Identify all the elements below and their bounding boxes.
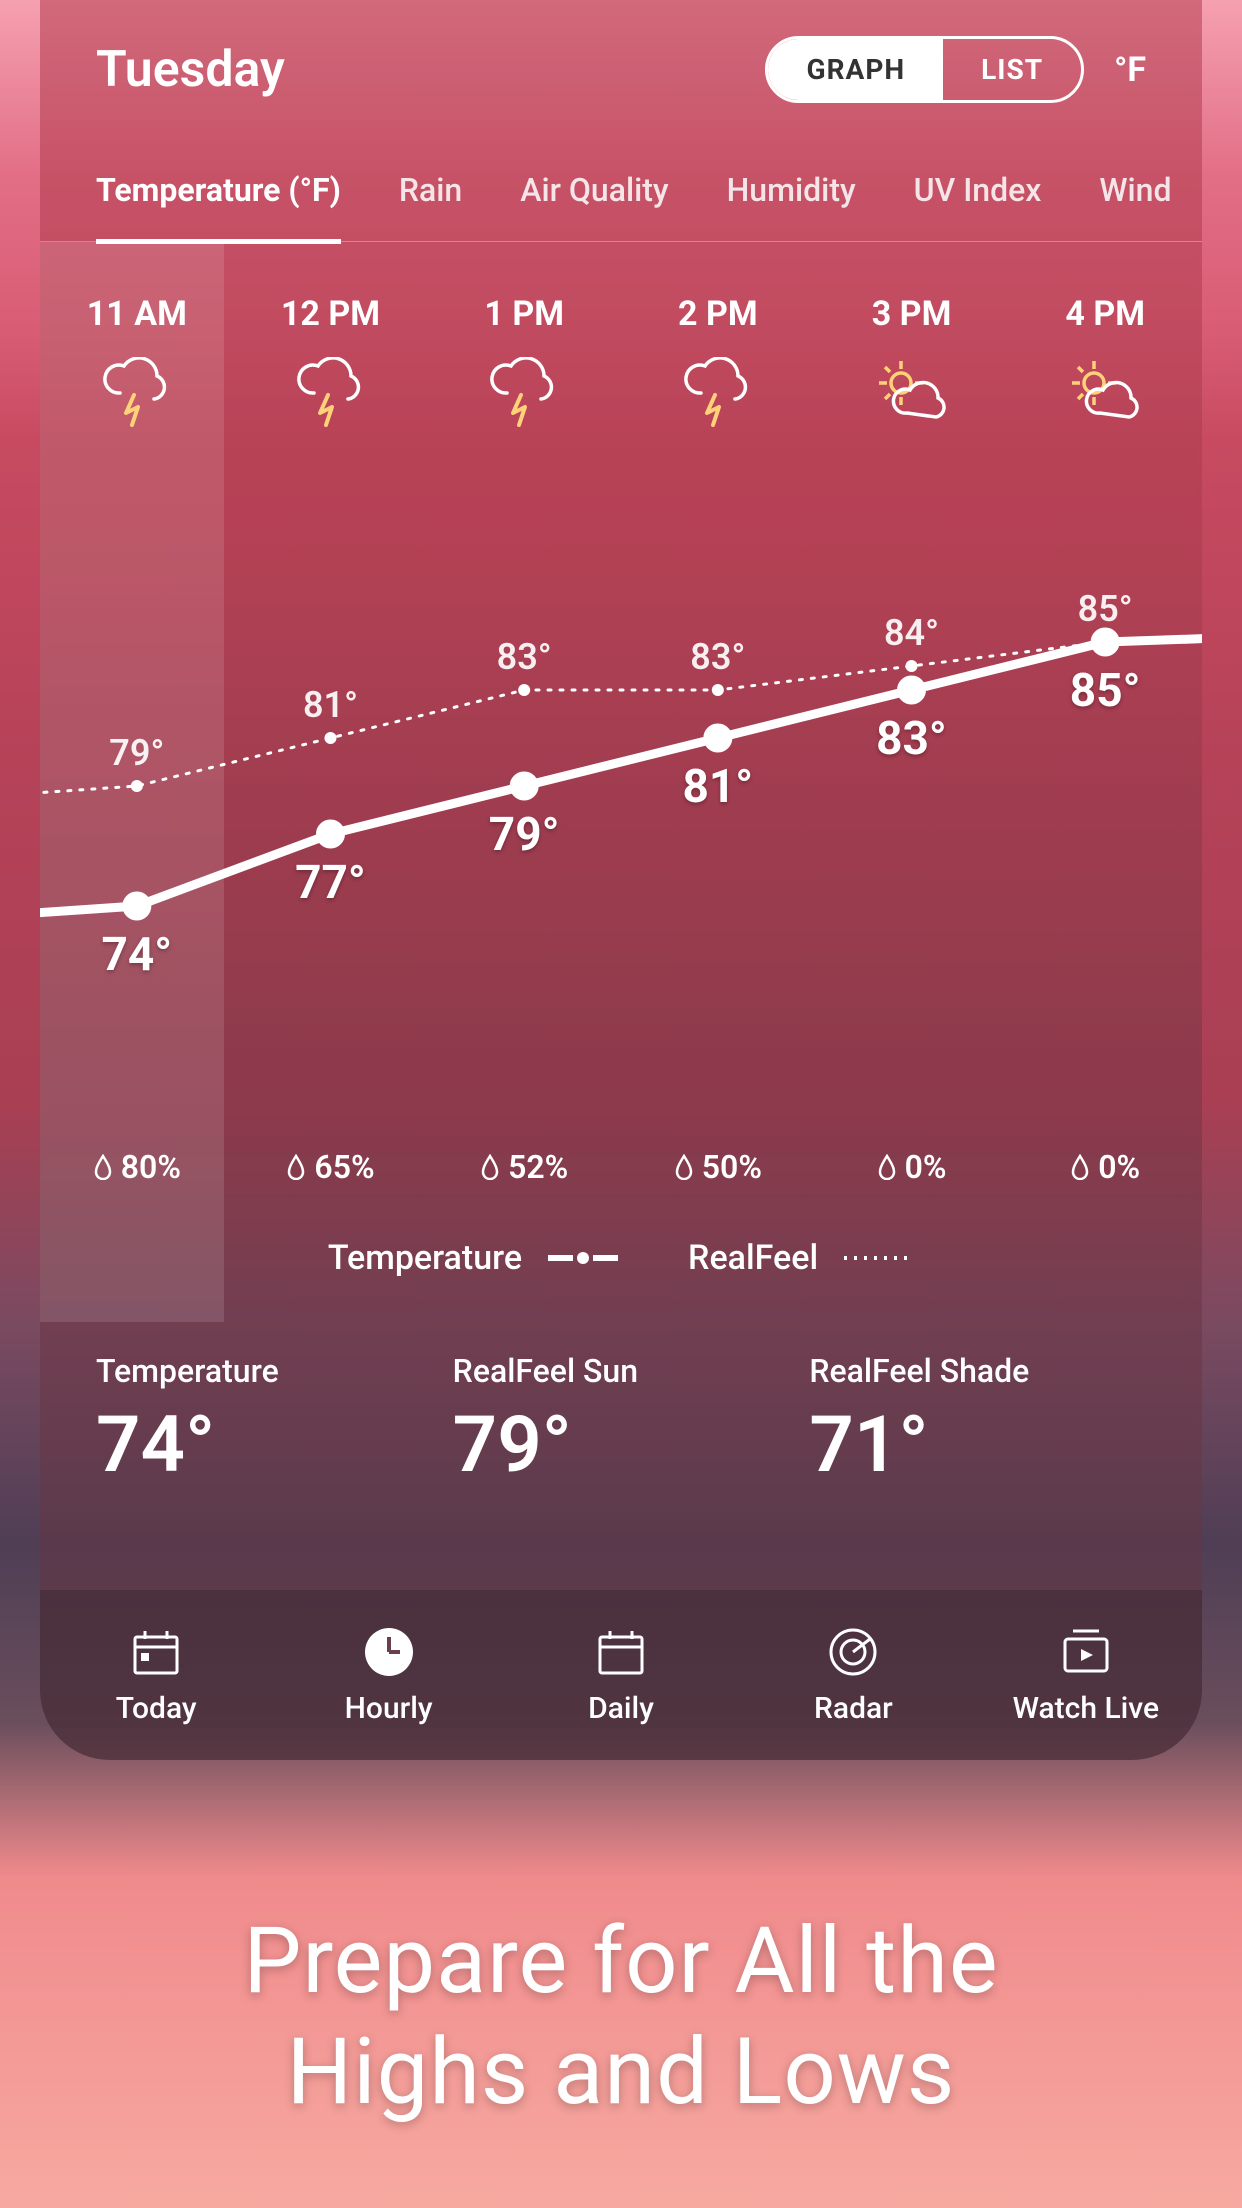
- hourly-chart-area[interactable]: 11 AM80%12 PM65%1 PM52%2 PM50%3 PM0%4 PM…: [40, 242, 1202, 1322]
- unit-toggle[interactable]: °F: [1114, 50, 1146, 90]
- temp-value: 79°: [489, 808, 560, 862]
- stat-realfeel-sun: RealFeel Sun 79°: [453, 1352, 790, 1491]
- hour-time: 4 PM: [1008, 294, 1202, 334]
- nav-radar[interactable]: Radar: [737, 1590, 969, 1760]
- nav-label: Hourly: [345, 1691, 433, 1726]
- hour-column[interactable]: 4 PM 0%: [1008, 242, 1202, 1322]
- nav-daily[interactable]: Daily: [505, 1590, 737, 1760]
- nav-today[interactable]: Today: [40, 1590, 272, 1760]
- segment-list[interactable]: LIST: [943, 39, 1081, 100]
- legend: Temperature RealFeel: [40, 1238, 1202, 1278]
- stat-temperature: Temperature 74°: [96, 1352, 433, 1491]
- weather-thunder-icon: [427, 352, 621, 432]
- tab-wind[interactable]: Wind: [1099, 171, 1171, 241]
- legend-realfeel: RealFeel: [688, 1238, 914, 1278]
- nav-watch-live[interactable]: Watch Live: [970, 1590, 1202, 1760]
- realfeel-value: 84°: [884, 612, 939, 654]
- legend-temperature-label: Temperature: [328, 1238, 522, 1278]
- weather-thunder-icon: [234, 352, 428, 432]
- nav-label: Radar: [814, 1691, 893, 1726]
- nav-label: Watch Live: [1013, 1691, 1159, 1726]
- legend-temperature: Temperature: [328, 1238, 618, 1278]
- weather-thunder-icon: [621, 352, 815, 432]
- weather-thunder-icon: [40, 352, 234, 432]
- temp-value: 81°: [682, 760, 753, 814]
- stat-value: 71°: [809, 1400, 1146, 1491]
- clock-icon: [362, 1625, 416, 1679]
- header-row: Tuesday GRAPH LIST °F: [40, 0, 1202, 123]
- precip-chance: 52%: [427, 1148, 621, 1186]
- current-stats: Temperature 74° RealFeel Sun 79° RealFee…: [40, 1322, 1202, 1541]
- promo-tagline: Prepare for All the Highs and Lows: [0, 1907, 1242, 2128]
- hour-time: 12 PM: [234, 294, 428, 334]
- nav-label: Today: [116, 1691, 197, 1726]
- weather-partly-icon: [815, 352, 1009, 432]
- tab-temperature[interactable]: Temperature (°F): [96, 171, 341, 244]
- temp-value: 77°: [295, 856, 366, 910]
- hour-time: 3 PM: [815, 294, 1009, 334]
- tab-humidity[interactable]: Humidity: [727, 171, 856, 241]
- segment-graph[interactable]: GRAPH: [768, 39, 943, 100]
- hour-column[interactable]: 12 PM 65%: [234, 242, 428, 1322]
- calendar-icon: [594, 1625, 648, 1679]
- temp-value: 85°: [1070, 664, 1141, 718]
- hour-column[interactable]: 11 AM 80%: [40, 242, 234, 1322]
- hour-time: 1 PM: [427, 294, 621, 334]
- calendar-today-icon: [129, 1625, 183, 1679]
- stat-label: RealFeel Shade: [809, 1352, 1146, 1390]
- tab-uvindex[interactable]: UV Index: [914, 171, 1042, 241]
- stat-label: RealFeel Sun: [453, 1352, 790, 1390]
- bottom-nav: Today Hourly Daily Radar Watch Live: [40, 1590, 1202, 1760]
- realfeel-value: 85°: [1078, 588, 1133, 630]
- stat-value: 74°: [96, 1400, 433, 1491]
- legend-realfeel-label: RealFeel: [688, 1238, 818, 1278]
- temp-value: 83°: [876, 712, 947, 766]
- day-title: Tuesday: [96, 41, 765, 99]
- legend-dotted-line-icon: [844, 1251, 914, 1265]
- stat-realfeel-shade: RealFeel Shade 71°: [809, 1352, 1146, 1491]
- realfeel-value: 79°: [109, 732, 164, 774]
- precip-chance: 0%: [1008, 1148, 1202, 1186]
- legend-solid-line-icon: [548, 1251, 618, 1265]
- tab-rain[interactable]: Rain: [399, 171, 462, 241]
- metric-tabs: Temperature (°F) Rain Air Quality Humidi…: [40, 123, 1202, 242]
- hour-time: 2 PM: [621, 294, 815, 334]
- tagline-line2: Highs and Lows: [0, 2018, 1242, 2128]
- precip-chance: 50%: [621, 1148, 815, 1186]
- temp-value: 74°: [101, 928, 172, 982]
- weather-partly-icon: [1008, 352, 1202, 432]
- stat-value: 79°: [453, 1400, 790, 1491]
- precip-chance: 80%: [40, 1148, 234, 1186]
- realfeel-value: 83°: [497, 636, 552, 678]
- hour-column[interactable]: 1 PM 52%: [427, 242, 621, 1322]
- nav-label: Daily: [588, 1691, 654, 1726]
- nav-hourly[interactable]: Hourly: [272, 1590, 504, 1760]
- view-segmented-control: GRAPH LIST: [765, 36, 1084, 103]
- weather-card: Tuesday GRAPH LIST °F Temperature (°F) R…: [40, 0, 1202, 1760]
- tab-airquality[interactable]: Air Quality: [520, 171, 668, 241]
- stat-label: Temperature: [96, 1352, 433, 1390]
- realfeel-value: 83°: [690, 636, 745, 678]
- tv-play-icon: [1059, 1625, 1113, 1679]
- tagline-line1: Prepare for All the: [0, 1907, 1242, 2017]
- hour-time: 11 AM: [40, 294, 234, 334]
- hour-column[interactable]: 3 PM 0%: [815, 242, 1009, 1322]
- precip-chance: 0%: [815, 1148, 1009, 1186]
- precip-chance: 65%: [234, 1148, 428, 1186]
- realfeel-value: 81°: [303, 684, 358, 726]
- radar-icon: [826, 1625, 880, 1679]
